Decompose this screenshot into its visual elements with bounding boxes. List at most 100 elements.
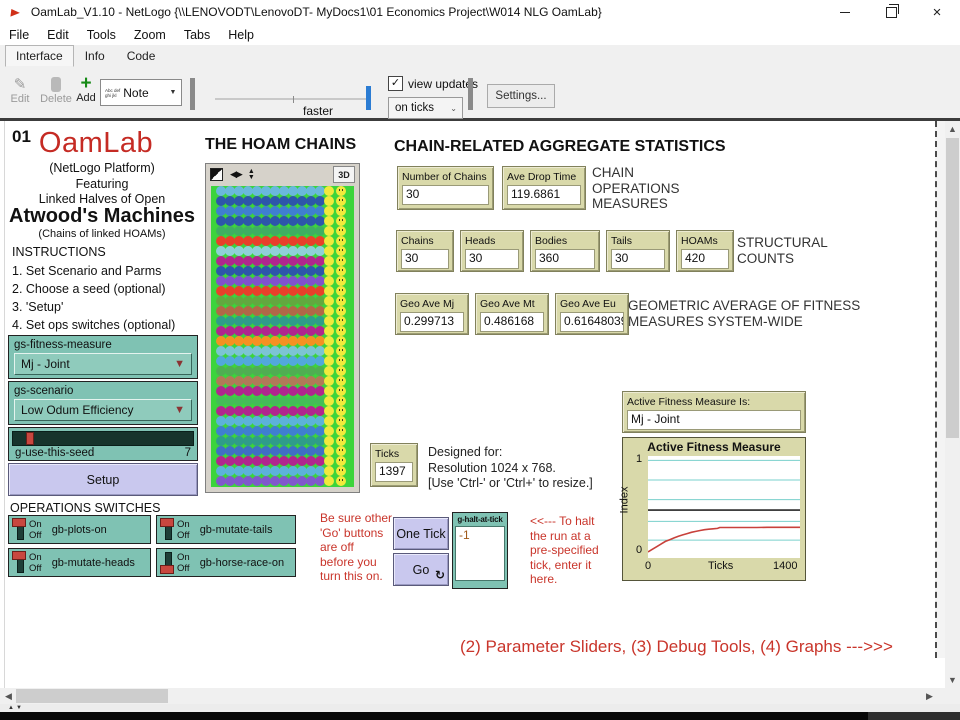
horizontal-scroll-thumb[interactable] bbox=[16, 689, 168, 703]
view-3d-button[interactable]: 3D bbox=[333, 166, 355, 183]
switch-name: gb-mutate-heads bbox=[52, 557, 135, 569]
chooser-scenario-value[interactable]: Low Odum Efficiency ▼ bbox=[14, 399, 192, 421]
settings-button[interactable]: Settings... bbox=[487, 84, 555, 108]
window-title: OamLab_V1.10 - NetLogo {\\LENOVODT\Lenov… bbox=[31, 5, 602, 19]
seed-slider-handle[interactable] bbox=[26, 432, 34, 445]
smiley-agent-icon bbox=[336, 226, 346, 236]
plot-xlabel: Ticks bbox=[708, 560, 733, 572]
horizontal-scrollbar[interactable]: ◀ ▶ bbox=[0, 688, 941, 704]
scroll-right-icon[interactable]: ▶ bbox=[922, 691, 937, 702]
horizontal-arrows-icon[interactable]: ◀▶ bbox=[230, 169, 242, 180]
switch-toggle[interactable] bbox=[160, 518, 175, 541]
monitor-geo-ave-mt: Geo Ave Mt0.486168 bbox=[475, 293, 549, 335]
scroll-up-icon[interactable]: ▲ bbox=[945, 124, 960, 134]
minimize-button[interactable] bbox=[822, 0, 868, 24]
scroll-left-icon[interactable]: ◀ bbox=[1, 691, 16, 702]
scrollbar-corner bbox=[941, 688, 960, 704]
switch-gb-mutate-heads[interactable]: OnOffgb-mutate-heads bbox=[8, 548, 151, 577]
operations-switches-title: OPERATIONS SWITCHES bbox=[10, 501, 160, 515]
switch-handle[interactable] bbox=[12, 551, 26, 560]
app-heading: 01OamLab bbox=[12, 127, 202, 160]
tail-dot bbox=[324, 346, 334, 356]
chooser-fitness-measure[interactable]: gs-fitness-measure Mj - Joint ▼ bbox=[8, 335, 198, 379]
smiley-agent-icon bbox=[336, 276, 346, 286]
plot-ytick-1: 1 bbox=[636, 453, 642, 465]
tab-code[interactable]: Code bbox=[116, 45, 167, 67]
menu-zoom[interactable]: Zoom bbox=[125, 26, 175, 44]
switch-toggle[interactable] bbox=[12, 518, 27, 541]
world-view[interactable] bbox=[211, 186, 354, 487]
netlogo-window: ► OamLab_V1.10 - NetLogo {\\LENOVODT\Len… bbox=[0, 0, 960, 720]
switch-gb-mutate-tails[interactable]: OnOffgb-mutate-tails bbox=[156, 515, 296, 544]
speed-slider-label: faster bbox=[303, 104, 333, 118]
menu-file[interactable]: File bbox=[0, 26, 38, 44]
vertical-scrollbar[interactable]: ▲ ▼ bbox=[945, 121, 960, 688]
switch-handle[interactable] bbox=[12, 518, 26, 527]
restore-button[interactable] bbox=[868, 0, 914, 24]
scroll-down-icon[interactable]: ▼ bbox=[945, 675, 960, 685]
toolbar-separator-2 bbox=[468, 78, 473, 110]
speed-slider-track[interactable] bbox=[215, 98, 367, 100]
edit-widget-button[interactable]: ✎ Edit bbox=[5, 75, 35, 105]
view-diagonal-icon[interactable] bbox=[210, 168, 223, 181]
chain-row bbox=[211, 326, 354, 336]
switch-toggle[interactable] bbox=[12, 551, 27, 574]
setup-button[interactable]: Setup bbox=[8, 463, 198, 496]
update-mode-select[interactable]: on ticks ⌄ bbox=[388, 97, 463, 119]
plot-xtick-1400: 1400 bbox=[773, 560, 797, 572]
vertical-arrows-icon[interactable]: ▲▼ bbox=[248, 169, 255, 180]
menu-edit[interactable]: Edit bbox=[38, 26, 78, 44]
chain-row bbox=[211, 446, 354, 456]
widget-type-select[interactable]: Abc def ghi jkl Note ▼ bbox=[100, 79, 182, 106]
monitor-value: 360 bbox=[535, 249, 595, 269]
seed-slider-track[interactable] bbox=[12, 431, 194, 446]
note-line: STRUCTURAL bbox=[737, 235, 828, 251]
one-tick-button[interactable]: One Tick bbox=[393, 517, 449, 550]
chooser-fitness-value[interactable]: Mj - Joint ▼ bbox=[14, 353, 192, 375]
chooser-scenario[interactable]: gs-scenario Low Odum Efficiency ▼ bbox=[8, 381, 198, 425]
switch-toggle[interactable] bbox=[160, 551, 175, 574]
geo-ave-note: GEOMETRIC AVERAGE OF FITNESSMEASURES SYS… bbox=[628, 298, 860, 329]
active-fitness-plot: Active Fitness Measure 1 0 Index 0 Ticks… bbox=[622, 437, 806, 581]
tail-dot bbox=[324, 436, 334, 446]
interface-canvas: 01OamLab (NetLogo Platform) Featuring Li… bbox=[0, 121, 945, 688]
switch-gb-horse-race-on[interactable]: OnOffgb-horse-race-on bbox=[156, 548, 296, 577]
chain-row bbox=[211, 196, 354, 206]
menu-tools[interactable]: Tools bbox=[78, 26, 125, 44]
seed-slider-value: 7 bbox=[185, 447, 191, 459]
chain-row bbox=[211, 366, 354, 376]
chain-row bbox=[211, 396, 354, 406]
halt-at-tick-value[interactable]: -1 bbox=[455, 526, 505, 581]
smiley-agent-icon bbox=[336, 456, 346, 466]
note-line: 2. Choose a seed (optional) bbox=[12, 280, 175, 298]
add-widget-button[interactable]: + Add bbox=[72, 75, 100, 104]
halt-at-tick-input[interactable]: g-halt-at-tick -1 bbox=[452, 512, 508, 589]
smiley-agent-icon bbox=[336, 256, 346, 266]
menu-help[interactable]: Help bbox=[219, 26, 263, 44]
switch-handle[interactable] bbox=[160, 518, 174, 527]
tab-info[interactable]: Info bbox=[74, 45, 116, 67]
menu-tabs[interactable]: Tabs bbox=[175, 26, 219, 44]
monitor-value: 0.486168 bbox=[480, 312, 544, 332]
speed-slider-handle[interactable] bbox=[366, 86, 371, 110]
switch-handle[interactable] bbox=[160, 565, 174, 574]
halt-help-note: <<--- To haltthe run at apre-specifiedti… bbox=[530, 514, 599, 587]
restore-icon bbox=[886, 7, 897, 18]
close-button[interactable]: × bbox=[914, 0, 960, 24]
go-button[interactable]: Go ↻ bbox=[393, 553, 449, 586]
switch-gb-plots-on[interactable]: OnOffgb-plots-on bbox=[8, 515, 151, 544]
view-updates-checkbox[interactable]: ✓ bbox=[388, 76, 403, 91]
smiley-agent-icon bbox=[336, 186, 346, 196]
monitor-heads: Heads30 bbox=[460, 230, 524, 272]
splitter-arrows-icon[interactable]: ▲▼ bbox=[8, 705, 24, 711]
chain-row bbox=[211, 356, 354, 366]
monitor-value: 30 bbox=[465, 249, 519, 269]
seed-slider[interactable]: g-use-this-seed 7 bbox=[8, 427, 198, 461]
command-center-splitter[interactable]: ▲▼ bbox=[0, 704, 960, 712]
monitor-label: Number of Chains bbox=[398, 167, 493, 184]
world-title: THE HOAM CHAINS bbox=[205, 136, 356, 154]
tab-interface[interactable]: Interface bbox=[5, 45, 74, 67]
vertical-scroll-thumb[interactable] bbox=[946, 138, 959, 438]
tail-dot bbox=[324, 256, 334, 266]
delete-widget-button[interactable]: Delete bbox=[36, 75, 76, 105]
